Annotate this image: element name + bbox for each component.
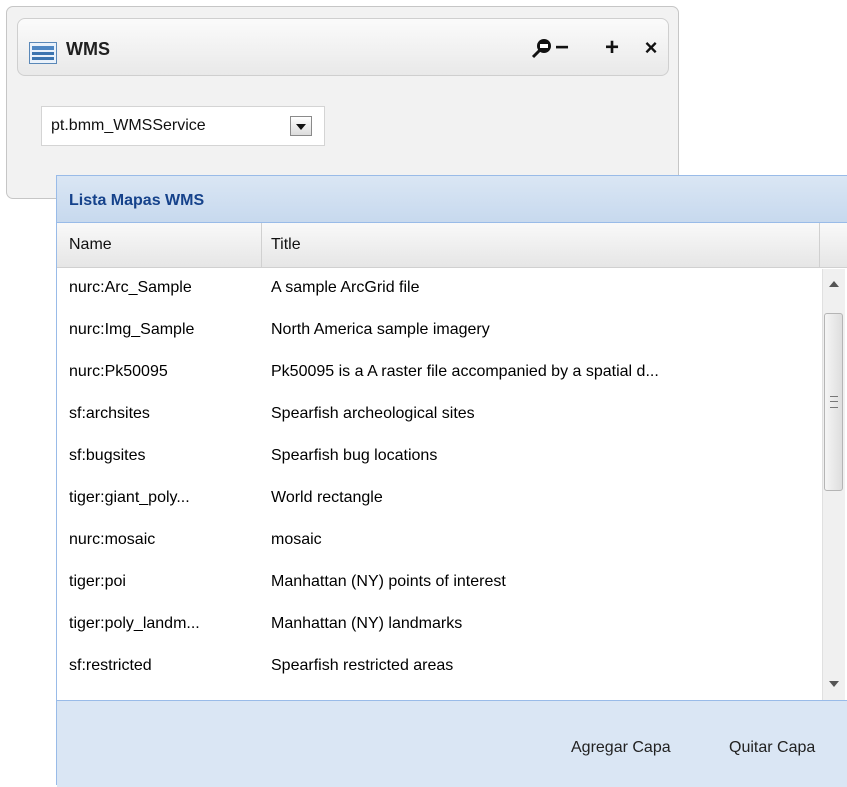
column-header-title[interactable]: Title xyxy=(271,223,301,267)
row-name-cell: nurc:Pk50095 xyxy=(69,363,168,380)
row-title-cell: Manhattan (NY) points of interest xyxy=(271,573,506,590)
add-layer-button[interactable]: Agregar Capa xyxy=(567,733,675,763)
row-title-cell: mosaic xyxy=(271,531,322,548)
table-row[interactable]: nurc:Arc_Sample A sample ArcGrid file xyxy=(57,269,820,311)
dropdown-arrow-icon[interactable] xyxy=(290,116,312,136)
row-title-cell: World rectangle xyxy=(271,489,383,506)
grid-header: Name Title xyxy=(57,223,847,268)
row-name-cell: tiger:giant_poly... xyxy=(69,489,190,506)
row-title-cell: Pk50095 is a A raster file accompanied b… xyxy=(271,363,659,380)
row-title-cell: Spearfish restricted areas xyxy=(271,657,454,674)
remove-layer-button[interactable]: Quitar Capa xyxy=(725,733,819,763)
scroll-thumb[interactable] xyxy=(824,313,843,491)
row-name-cell: tiger:poi xyxy=(69,573,126,590)
row-name-cell: sf:archsites xyxy=(69,405,150,422)
row-title-cell: Manhattan (NY) landmarks xyxy=(271,615,463,632)
plus-icon[interactable]: + xyxy=(599,35,625,61)
wms-panel: WMS − + × pt.bmm_WMSService xyxy=(6,6,679,199)
wms-service-select[interactable]: pt.bmm_WMSService xyxy=(41,106,325,146)
row-title-cell: North America sample imagery xyxy=(271,321,490,338)
row-name-cell: tiger:poly_landm... xyxy=(69,615,200,632)
row-name-cell: sf:bugsites xyxy=(69,447,146,464)
table-row[interactable]: tiger:poly_landm... Manhattan (NY) landma… xyxy=(57,605,820,647)
row-name-cell: sf:restricted xyxy=(69,657,152,674)
table-row[interactable]: sf:archsites Spearfish archeological site… xyxy=(57,395,820,437)
wms-panel-title: WMS xyxy=(66,39,110,59)
row-name-cell: nurc:Img_Sample xyxy=(69,321,195,338)
table-row[interactable]: tiger:poi Manhattan (NY) points of intere… xyxy=(57,563,820,605)
maps-grid: Name Title nurc:Arc_Sample A sample ArcGr… xyxy=(57,223,847,700)
table-row[interactable]: sf:restricted Spearfish restricted areas xyxy=(57,647,820,689)
table-row[interactable]: sf:roadsSpearfish roads xyxy=(57,689,820,700)
close-icon[interactable]: × xyxy=(638,35,664,61)
list-window-icon xyxy=(29,42,57,64)
table-row[interactable]: sf:bugsites Spearfish bug locations xyxy=(57,437,820,479)
table-row[interactable]: nurc:Pk50095 Pk50095 is a A raster file a… xyxy=(57,353,820,395)
row-title-cell: Spearfish bug locations xyxy=(271,447,438,464)
grid-rows: nurc:Arc_Sample A sample ArcGrid file nurc… xyxy=(57,269,820,700)
list-window-title: Lista Mapas WMS xyxy=(69,192,205,209)
row-name-cell: nurc:Arc_Sample xyxy=(69,279,192,296)
wms-panel-header: WMS − + × xyxy=(17,18,669,76)
list-window-footer: Agregar Capa Quitar Capa xyxy=(57,700,847,787)
list-window-title-bar[interactable]: Lista Mapas WMS xyxy=(57,176,847,223)
scroll-down-icon[interactable] xyxy=(829,681,839,687)
scroll-up-icon[interactable] xyxy=(829,281,839,287)
grid-scrollbar[interactable] xyxy=(822,269,845,700)
table-row[interactable]: tiger:giant_poly... World rectangle xyxy=(57,479,820,521)
table-row[interactable]: nurc:mosaic mosaic xyxy=(57,521,820,563)
row-title-cell: Spearfish archeological sites xyxy=(271,405,475,422)
wms-service-value: pt.bmm_WMSService xyxy=(51,117,206,134)
table-row[interactable]: nurc:Img_Sample North America sample imag… xyxy=(57,311,820,353)
column-header-name[interactable]: Name xyxy=(69,223,112,267)
row-title-cell: A sample ArcGrid file xyxy=(271,279,420,296)
list-maps-window: Lista Mapas WMS Name Title nurc:Arc_Samp… xyxy=(56,175,847,787)
row-name-cell: nurc:mosaic xyxy=(69,531,156,548)
minimize-icon[interactable]: − xyxy=(549,35,575,61)
